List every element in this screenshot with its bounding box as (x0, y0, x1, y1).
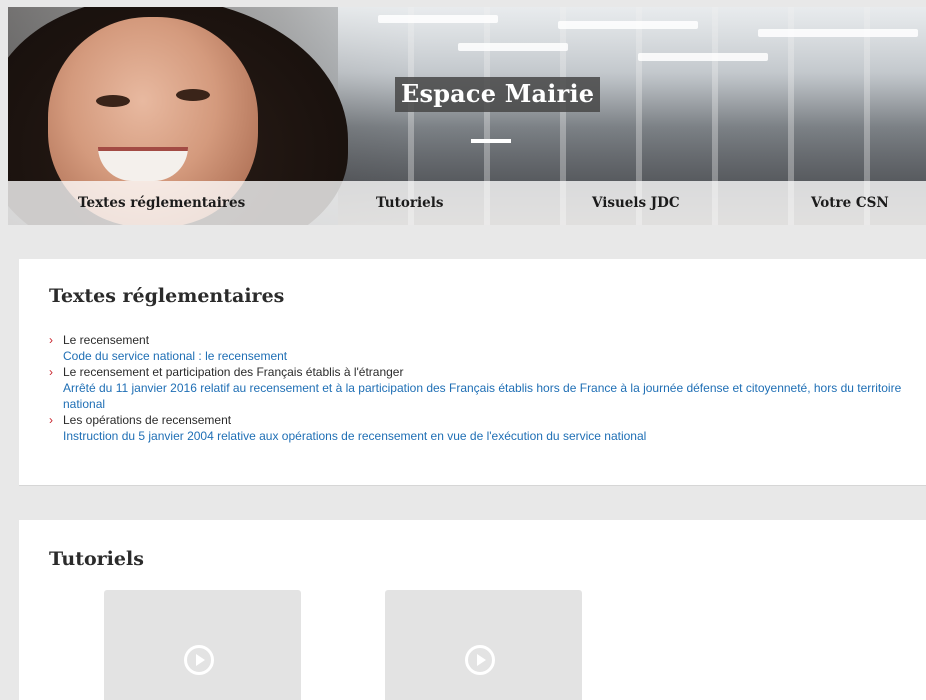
eye (176, 89, 210, 101)
chevron-right-icon: › (49, 333, 53, 347)
tutoriels-section: Tutoriels (19, 520, 926, 700)
ceiling-light (458, 43, 568, 51)
video-thumbnail[interactable] (385, 590, 582, 700)
section-title: Textes réglementaires (49, 285, 285, 307)
play-icon (465, 645, 495, 675)
nav-item-textes-reglementaires[interactable]: Textes réglementaires (78, 181, 245, 225)
section-nav: Textes réglementaires Tutoriels Visuels … (8, 181, 926, 225)
nav-item-votre-csn[interactable]: Votre CSN (811, 181, 889, 225)
ceiling-light (758, 29, 918, 37)
ceiling-light (558, 21, 698, 29)
list-item: › Le recensement Code du service nationa… (49, 332, 919, 364)
list-item: › Les opérations de recensement Instruct… (49, 412, 919, 444)
chevron-right-icon: › (49, 365, 53, 379)
document-category: Le recensement (63, 333, 150, 347)
ceiling-light (378, 15, 498, 23)
title-underline (471, 139, 511, 143)
document-list: › Le recensement Code du service nationa… (49, 332, 919, 444)
list-item: › Le recensement et participation des Fr… (49, 364, 919, 412)
document-category: Le recensement et participation des Fran… (63, 365, 404, 379)
document-category: Les opérations de recensement (63, 413, 232, 427)
eye (96, 95, 130, 107)
nav-item-tutoriels[interactable]: Tutoriels (376, 181, 443, 225)
section-title: Tutoriels (49, 548, 144, 570)
ceiling-light (638, 53, 768, 61)
page: Espace Mairie Textes réglementaires Tuto… (0, 0, 926, 700)
document-link[interactable]: Arrêté du 11 janvier 2016 relatif au rec… (63, 380, 919, 412)
document-link[interactable]: Instruction du 5 janvier 2004 relative a… (63, 428, 919, 444)
document-link[interactable]: Code du service national : le recensemen… (63, 348, 919, 364)
nav-item-visuels-jdc[interactable]: Visuels JDC (592, 181, 680, 225)
page-title: Espace Mairie (395, 77, 601, 112)
video-thumbnail[interactable] (104, 590, 301, 700)
chevron-right-icon: › (49, 413, 53, 427)
play-icon (184, 645, 214, 675)
textes-reglementaires-section: Textes réglementaires › Le recensement C… (19, 259, 926, 486)
